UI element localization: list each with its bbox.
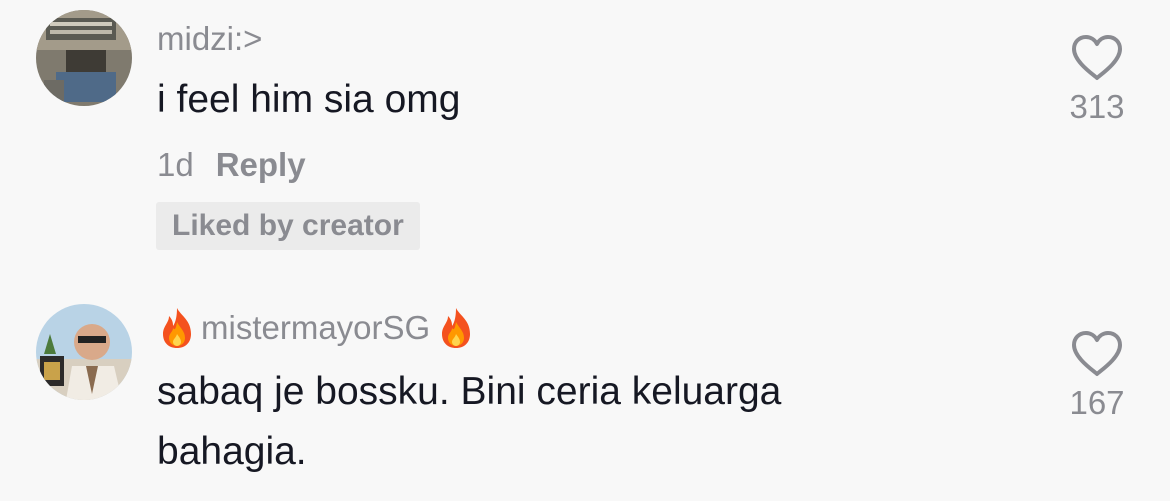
like-count: 167 [1069, 384, 1125, 421]
avatar[interactable] [36, 10, 132, 106]
like-button[interactable]: 313 [1062, 34, 1132, 126]
avatar[interactable] [36, 304, 132, 400]
reply-button[interactable]: Reply [216, 146, 306, 183]
comment-item: midzi:> i feel him sia omg 1d Reply Liked… [0, 0, 1170, 270]
like-button[interactable]: 167 [1062, 330, 1132, 422]
liked-by-creator-badge: Liked by creator [156, 202, 420, 250]
comment-list: midzi:> i feel him sia omg 1d Reply Liked… [0, 0, 1170, 501]
comment-username[interactable]: midzi:> [157, 20, 262, 58]
comment-text: i feel him sia omg [157, 78, 461, 121]
comment-text: sabaq je bossku. Bini ceria keluarga bah… [157, 362, 781, 482]
comment-meta: 1d Reply [157, 146, 306, 184]
heart-outline-icon [1072, 35, 1122, 80]
fire-emoji-icon [157, 306, 197, 350]
heart-outline-icon [1072, 331, 1122, 376]
comment-text-line: bahagia. [157, 430, 307, 473]
fire-emoji-icon [436, 306, 476, 350]
comment-item: mistermayorSG sabaq je bossku. Bini ceri… [0, 290, 1170, 501]
comment-age: 1d [157, 146, 194, 183]
comment-username[interactable]: mistermayorSG [157, 306, 476, 350]
like-count: 313 [1069, 88, 1125, 125]
comment-text-line: sabaq je bossku. Bini ceria keluarga [157, 370, 782, 413]
